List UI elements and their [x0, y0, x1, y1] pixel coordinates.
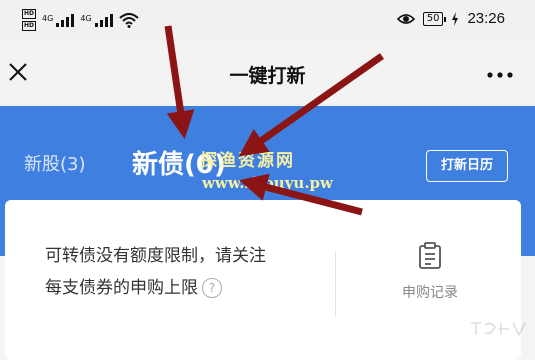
- tab-new-stock[interactable]: 新股(3): [24, 150, 86, 176]
- card-divider: [335, 252, 336, 316]
- info-text-line-1: 可转债没有额度限制，请关注: [45, 246, 266, 266]
- eye-icon: [396, 13, 415, 24]
- corner-watermark: [471, 322, 526, 337]
- network-type-1: 4G: [42, 13, 54, 23]
- help-icon[interactable]: ?: [202, 278, 222, 298]
- title-bar: 一键打新: [0, 42, 535, 106]
- status-bar: HD HD 4G 4G 50 23:26: [0, 0, 535, 42]
- sim2-label: HD: [22, 21, 37, 31]
- info-text-line-2-label: 每支债券的申购上限: [45, 278, 198, 298]
- charging-icon: [452, 11, 459, 26]
- subscription-record-button[interactable]: 申购记录: [390, 242, 470, 302]
- more-icon: [487, 72, 513, 78]
- status-right: 50 23:26: [396, 10, 505, 27]
- sim1-label: HD: [22, 9, 37, 19]
- sim-indicator: HD HD: [22, 9, 37, 31]
- status-time: 23:26: [467, 10, 505, 27]
- battery-indicator: 50: [422, 11, 447, 26]
- info-card: 可转债没有额度限制，请关注 每支债券的申购上限? 申购记录: [5, 200, 521, 360]
- ipo-calendar-button[interactable]: 打新日历: [426, 150, 508, 182]
- wifi-icon: [118, 12, 139, 28]
- watermark-site-name: 探渔资源网: [200, 151, 295, 171]
- page-title: 一键打新: [229, 65, 306, 87]
- more-button[interactable]: [487, 60, 513, 85]
- watermark-url: www.shouyu.pw: [202, 174, 333, 192]
- signal-icon-2: 4G: [80, 13, 113, 27]
- subscription-record-label: 申购记录: [402, 285, 458, 301]
- clipboard-icon: [419, 242, 441, 269]
- signal-icon-1: 4G: [42, 13, 75, 27]
- network-type-2: 4G: [80, 13, 92, 23]
- info-text-line-2: 每支债券的申购上限?: [45, 272, 266, 304]
- status-left: HD HD 4G 4G: [22, 9, 139, 31]
- info-text: 可转债没有额度限制，请关注 每支债券的申购上限?: [45, 240, 266, 304]
